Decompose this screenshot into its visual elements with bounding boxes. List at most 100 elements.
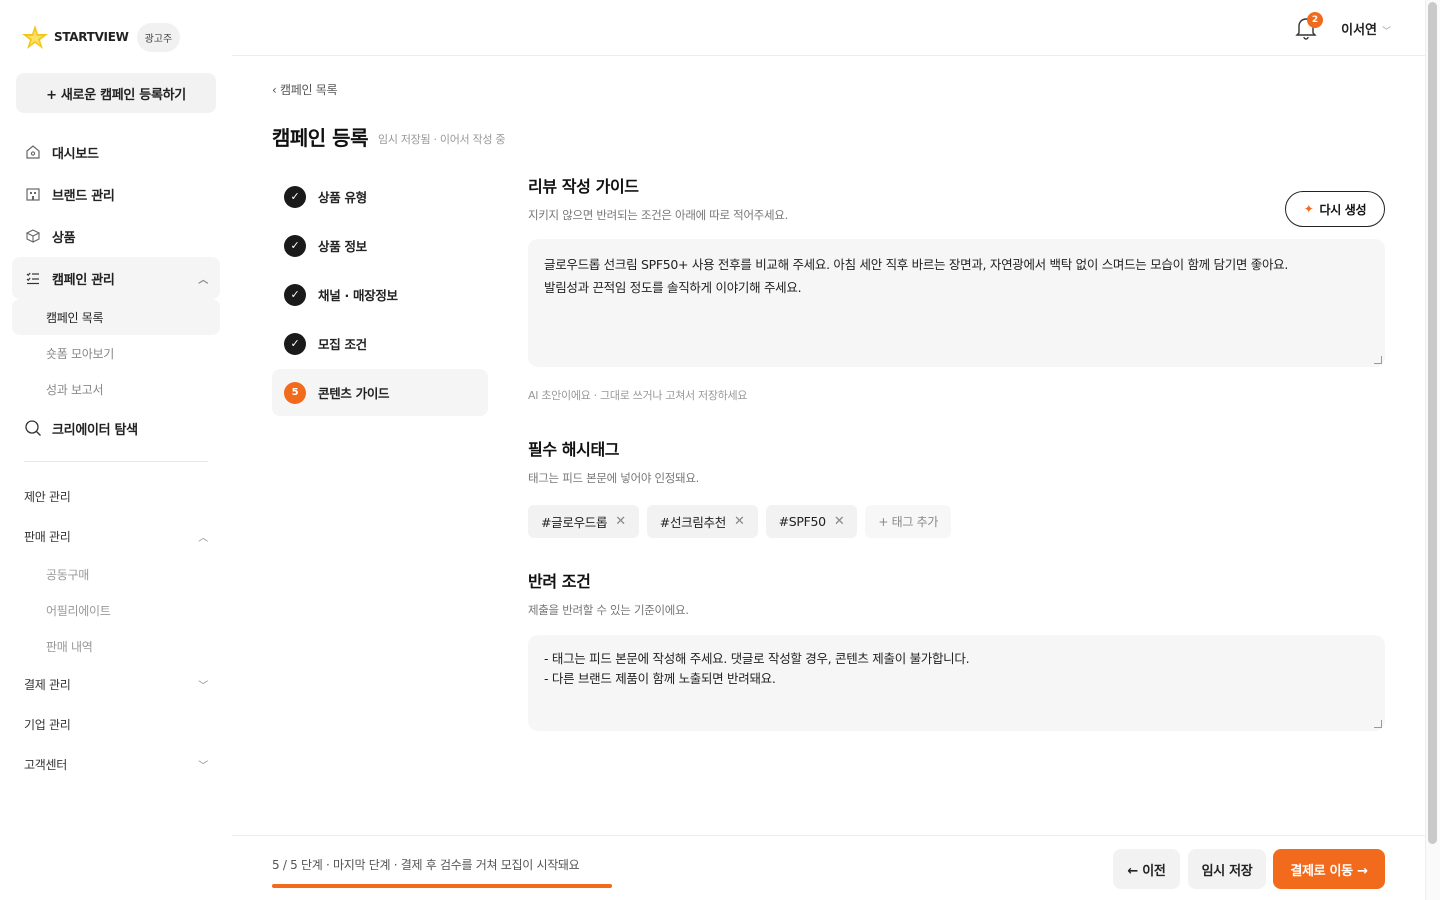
- role-badge: 광고주: [136, 22, 181, 52]
- step-item[interactable]: ✓ 채널 · 매장정보: [272, 271, 488, 318]
- step-item[interactable]: ✓ 상품 정보: [272, 222, 488, 269]
- sidebar-item-product[interactable]: 상품: [12, 215, 220, 257]
- content-guide-form: 리뷰 작성 가이드 지키지 않으면 반려되는 조건은 아래에 따로 적어주세요.…: [528, 173, 1385, 731]
- new-campaign-button[interactable]: + 새로운 캠페인 등록하기: [16, 73, 216, 113]
- progress-bar: [272, 884, 612, 888]
- progress-bar-fill: [272, 884, 612, 888]
- step-item-current[interactable]: 5 콘텐츠 가이드: [272, 369, 488, 416]
- hashtag-label: #SPF50: [778, 514, 827, 529]
- box-icon: [24, 227, 42, 245]
- save-status: 임시 저장됨 · 이어서 작성 중: [378, 133, 506, 146]
- sidebar-subitem-campaign-list[interactable]: 캠페인 목록: [12, 299, 220, 335]
- review-guide-textarea[interactable]: 글로우드롭 선크림 SPF50+ 사용 전후를 비교해 주세요. 아침 세안 직…: [528, 239, 1385, 367]
- footer-bar: 5 / 5 단계 · 마지막 단계 · 결제 후 검수를 거쳐 모집이 시작돼요…: [232, 835, 1425, 900]
- rejection-textarea[interactable]: - 태그는 피드 본문에 작성해 주세요. 댓글로 작성할 경우, 콘텐츠 제출…: [528, 635, 1385, 731]
- sidebar-divider: [24, 461, 208, 462]
- rejection-line: - 다른 브랜드 제품이 함께 노출되면 반려돼요.: [544, 671, 776, 686]
- sidebar-item-label: 대시보드: [52, 146, 99, 162]
- sidebar-item-payment[interactable]: 결제 관리 ﹀: [12, 664, 220, 704]
- chevron-up-icon: ︿: [198, 274, 208, 286]
- sidebar-subitem-group-buy[interactable]: 공동구매: [12, 556, 220, 592]
- hashtag-chip[interactable]: #선크림추천 ✕: [646, 505, 758, 538]
- add-tag-button[interactable]: + 태그 추가: [865, 505, 952, 538]
- sparkle-icon: ✦: [1303, 202, 1314, 216]
- notification-bell[interactable]: 2: [1295, 12, 1323, 40]
- step-number-badge: 5: [284, 381, 306, 404]
- notification-count-badge: 2: [1307, 12, 1323, 28]
- save-draft-button[interactable]: 임시 저장: [1188, 849, 1266, 889]
- sidebar-item-label: 판매 관리: [24, 529, 71, 544]
- scrollbar-thumb[interactable]: [1428, 2, 1437, 844]
- scrollbar[interactable]: [1425, 0, 1440, 900]
- home-icon: [24, 143, 42, 161]
- step-label: 채널 · 매장정보: [318, 288, 398, 303]
- page-title: 캠페인 등록: [272, 126, 368, 150]
- sidebar-item-brand[interactable]: 브랜드 관리: [12, 173, 220, 215]
- rejection-line: - 태그는 피드 본문에 작성해 주세요. 댓글로 작성할 경우, 콘텐츠 제출…: [544, 651, 970, 666]
- chevron-up-icon: ︿: [198, 532, 208, 544]
- review-guide-line: 글로우드롭 선크림 SPF50+ 사용 전후를 비교해 주세요. 아침 세안 직…: [544, 257, 1289, 272]
- sidebar-item-label: 상품: [52, 230, 76, 246]
- list-icon: [24, 269, 42, 287]
- ai-draft-note: AI 초안이에요 · 그대로 쓰거나 고쳐서 저장하세요: [528, 389, 748, 402]
- hashtag-chip[interactable]: #글로우드롭 ✕: [528, 505, 639, 538]
- close-icon[interactable]: ✕: [834, 514, 845, 529]
- step-list: ✓ 상품 유형 ✓ 상품 정보 ✓ 채널 · 매장정보 ✓ 모집 조건 5 콘텐…: [272, 173, 488, 418]
- step-label: 콘텐츠 가이드: [318, 386, 390, 401]
- chevron-down-icon[interactable]: ﹀: [1382, 24, 1391, 37]
- hashtag-label: #선크림추천: [659, 515, 726, 530]
- sidebar-subitem-affiliate[interactable]: 어필리에이트: [12, 592, 220, 628]
- review-guide-desc: 지키지 않으면 반려되는 조건은 아래에 따로 적어주세요.: [528, 208, 788, 222]
- building-icon: [24, 185, 42, 203]
- sidebar: STARTVIEW 광고주 + 새로운 캠페인 등록하기 대시보드 브랜드 관리…: [0, 0, 232, 900]
- breadcrumb[interactable]: ‹ 캠페인 목록: [272, 81, 338, 98]
- resize-handle-icon[interactable]: [1374, 720, 1382, 728]
- go-to-payment-button[interactable]: 결제로 이동 →: [1273, 849, 1385, 889]
- sidebar-subitem-report[interactable]: 성과 보고서: [12, 371, 220, 407]
- check-icon: ✓: [284, 332, 306, 355]
- sidebar-item-campaign[interactable]: 캠페인 관리 ︿: [12, 257, 220, 299]
- chevron-down-icon: ﹀: [198, 760, 208, 772]
- hashtag-label: #글로우드롭: [541, 515, 608, 530]
- sidebar-item-support[interactable]: 고객센터 ﹀: [12, 744, 220, 784]
- sidebar-item-dashboard[interactable]: 대시보드: [12, 131, 220, 173]
- search-icon: [24, 419, 42, 437]
- sidebar-main-nav: 대시보드 브랜드 관리 상품 캠페인 관리 ︿ 캠페인 목록 숏폼 모아보기 성…: [12, 131, 220, 449]
- startview-logo-icon: [20, 22, 50, 52]
- sidebar-subitem-shortform[interactable]: 숏폼 모아보기: [12, 335, 220, 371]
- hashtags-title: 필수 해시태그: [528, 440, 620, 459]
- hashtags-desc: 태그는 피드 본문에 넣어야 인정돼요.: [528, 471, 699, 485]
- chevron-down-icon: ﹀: [198, 680, 208, 692]
- rejection-title: 반려 조건: [528, 572, 591, 591]
- logo-text: STARTVIEW: [54, 30, 129, 44]
- step-item[interactable]: ✓ 모집 조건: [272, 320, 488, 367]
- review-guide-title: 리뷰 작성 가이드: [528, 177, 639, 196]
- step-item[interactable]: ✓ 상품 유형: [272, 173, 488, 220]
- close-icon[interactable]: ✕: [615, 514, 626, 529]
- check-icon: ✓: [284, 283, 306, 306]
- close-icon[interactable]: ✕: [734, 514, 745, 529]
- check-icon: ✓: [284, 185, 306, 208]
- sidebar-item-sales[interactable]: 판매 관리 ︿: [12, 516, 220, 556]
- hashtag-chip[interactable]: #SPF50 ✕: [765, 505, 858, 538]
- progress-text: 5 / 5 단계 · 마지막 단계 · 결제 후 검수를 거쳐 모집이 시작돼요: [272, 858, 580, 872]
- sidebar-item-label: 캠페인 관리: [52, 272, 115, 288]
- regenerate-button[interactable]: ✦ 다시 생성: [1285, 191, 1385, 227]
- step-label: 상품 유형: [318, 190, 367, 205]
- sidebar-item-label: 브랜드 관리: [52, 188, 115, 204]
- sidebar-item-company[interactable]: 기업 관리: [12, 704, 220, 744]
- sidebar-item-creator-search[interactable]: 크리에이터 탐색: [12, 407, 220, 449]
- step-label: 모집 조건: [318, 337, 367, 352]
- user-name[interactable]: 이서연: [1341, 19, 1377, 38]
- resize-handle-icon[interactable]: [1374, 356, 1382, 364]
- sidebar-subitem-sales-history[interactable]: 판매 내역: [12, 628, 220, 664]
- topbar: 2 이서연 ﹀: [232, 0, 1425, 56]
- sidebar-item-label: 크리에이터 탐색: [52, 422, 138, 438]
- logo[interactable]: STARTVIEW 광고주: [20, 22, 181, 52]
- prev-button[interactable]: ← 이전: [1113, 849, 1180, 889]
- sidebar-item-proposal[interactable]: 제안 관리: [12, 476, 220, 516]
- check-icon: ✓: [284, 234, 306, 257]
- sidebar-item-label: 고객센터: [24, 757, 67, 772]
- sidebar-secondary-nav: 제안 관리 판매 관리 ︿ 공동구매 어필리에이트 판매 내역 결제 관리 ﹀ …: [12, 476, 220, 784]
- step-label: 상품 정보: [318, 239, 367, 254]
